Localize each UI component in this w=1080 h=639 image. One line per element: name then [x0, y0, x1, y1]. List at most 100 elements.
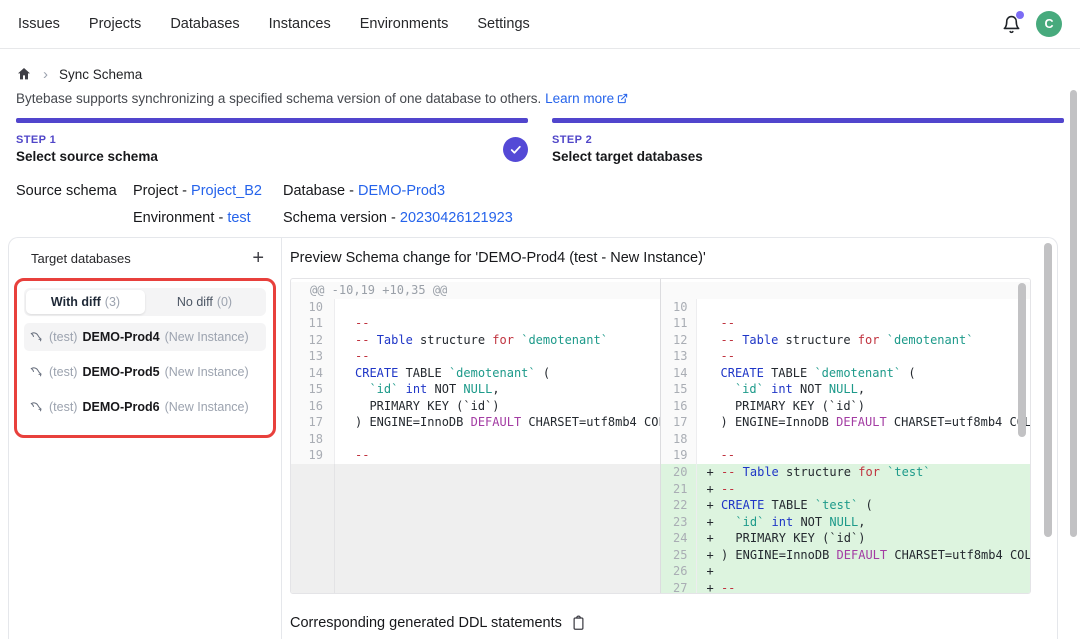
source-schema-summary: Source schema Project - Project_B2 Datab… — [16, 183, 1064, 226]
schema-diff-editor: @@ -10,19 +10,35 @@1011--12-- Table stru… — [290, 278, 1031, 594]
diff-line: 20+ -- Table structure for `test` — [661, 464, 1031, 481]
selection-highlight-box: With diff(3) No diff(0) (test) DEMO-Prod4… — [14, 278, 276, 438]
intro-text: Bytebase supports synchronizing a specif… — [16, 91, 1064, 106]
navbar-right: C — [1000, 11, 1062, 37]
diff-line: 13-- — [661, 348, 1031, 365]
step-1-bar — [16, 118, 528, 123]
diff-pane-modified: 1011--12-- Table structure for `demotena… — [661, 279, 1031, 593]
learn-more-link[interactable]: Learn more — [545, 91, 628, 106]
sync-schema-page: Issues Projects Databases Instances Environm… — [0, 0, 1080, 639]
diff-line: 19-- — [291, 447, 660, 464]
diff-line: 10 — [661, 299, 1031, 316]
preview-title: Preview Schema change for 'DEMO-Prod4 (t… — [290, 250, 1057, 266]
avatar[interactable]: C — [1036, 11, 1062, 37]
step-2-title: Select target databases — [552, 149, 703, 164]
target-databases-title: Target databases — [31, 251, 131, 266]
diff-line: 18 — [291, 431, 660, 448]
diff-line: 11-- — [291, 315, 660, 332]
diff-line: 12-- Table structure for `demotenant` — [661, 332, 1031, 349]
step-2-bar — [552, 118, 1064, 123]
nav-item-settings[interactable]: Settings — [477, 16, 529, 32]
source-field-database: Database - DEMO-Prod3 — [283, 183, 513, 199]
db-instance-suffix: (New Instance) — [165, 365, 249, 379]
db-name: DEMO-Prod4 — [82, 330, 159, 344]
project-link[interactable]: Project_B2 — [191, 183, 262, 199]
mysql-icon — [30, 331, 44, 344]
step-1: STEP 1 Select source schema — [16, 118, 528, 164]
diff-empty-filler — [291, 464, 660, 593]
step-1-completed-badge — [503, 137, 528, 162]
diff-line: 26+ — [661, 563, 1031, 580]
diff-hunk-header: @@ -10,19 +10,35 @@ — [291, 282, 660, 299]
db-environment: (test) — [49, 365, 77, 379]
nav-item-instances[interactable]: Instances — [269, 16, 331, 32]
main-card: Target databases + With diff(3) No diff(… — [8, 237, 1058, 639]
diff-line: 13-- — [291, 348, 660, 365]
diff-line: 14CREATE TABLE `demotenant` ( — [291, 365, 660, 382]
step-2: STEP 2 Select target databases — [552, 118, 1064, 164]
diff-scrollbar-thumb[interactable] — [1018, 283, 1026, 437]
external-link-icon — [617, 93, 628, 104]
diff-line: 21+ -- — [661, 481, 1031, 498]
page-scrollbar-thumb[interactable] — [1070, 90, 1077, 537]
main-nav: Issues Projects Databases Instances Environm… — [18, 16, 530, 32]
copy-ddl-button[interactable] — [571, 615, 586, 631]
schema-version-link[interactable]: 20230426121923 — [400, 210, 513, 226]
target-database-item[interactable]: (test)DEMO-Prod4(New Instance) — [24, 323, 266, 351]
db-name: DEMO-Prod5 — [82, 365, 159, 379]
diff-line: 10 — [291, 299, 660, 316]
db-name: DEMO-Prod6 — [82, 400, 159, 414]
diff-line: 18 — [661, 431, 1031, 448]
diff-hunk-header — [661, 282, 1031, 299]
diff-line: 19-- — [661, 447, 1031, 464]
notifications-button[interactable] — [1000, 13, 1022, 35]
diff-line: 23+ `id` int NOT NULL, — [661, 514, 1031, 531]
nav-item-projects[interactable]: Projects — [89, 16, 141, 32]
tab-no-diff[interactable]: No diff(0) — [145, 290, 264, 314]
step-indicator: STEP 1 Select source schema STEP 2 Selec… — [16, 118, 1064, 164]
source-field-project: Project - Project_B2 — [133, 183, 283, 199]
breadcrumb: › Sync Schema — [16, 66, 1064, 82]
intro-description: Bytebase supports synchronizing a specif… — [16, 91, 541, 106]
chevron-right-icon: › — [43, 67, 48, 82]
target-database-list: (test) DEMO-Prod4 (New Instance) (test) DEMO… — [24, 323, 266, 421]
database-link[interactable]: DEMO-Prod3 — [358, 183, 445, 199]
nav-item-issues[interactable]: Issues — [18, 16, 60, 32]
step-1-title: Select source schema — [16, 149, 158, 164]
diff-pane-original: @@ -10,19 +10,35 @@1011--12-- Table stru… — [291, 279, 661, 593]
top-navbar: Issues Projects Databases Instances Environm… — [0, 0, 1080, 49]
preview-scrollbar-thumb[interactable] — [1044, 243, 1052, 537]
nav-item-databases[interactable]: Databases — [170, 16, 239, 32]
nav-item-environments[interactable]: Environments — [360, 16, 449, 32]
page-title: Sync Schema — [59, 67, 142, 82]
diff-line: 15 `id` int NOT NULL, — [661, 381, 1031, 398]
diff-line: 14CREATE TABLE `demotenant` ( — [661, 365, 1031, 382]
diff-line: 22+ CREATE TABLE `test` ( — [661, 497, 1031, 514]
step-2-label: STEP 2 — [552, 134, 703, 146]
diff-line: 12-- Table structure for `demotenant` — [291, 332, 660, 349]
diff-line: 11-- — [661, 315, 1031, 332]
diff-line: 16 PRIMARY KEY (`id`) — [291, 398, 660, 415]
clipboard-icon — [571, 615, 586, 631]
db-instance-suffix: (New Instance) — [165, 330, 249, 344]
db-instance-suffix: (New Instance) — [165, 400, 249, 414]
source-schema-label: Source schema — [16, 183, 133, 226]
notification-dot — [1016, 11, 1024, 19]
source-field-schema-version: Schema version - 20230426121923 — [283, 210, 513, 226]
db-environment: (test) — [49, 400, 77, 414]
environment-link[interactable]: test — [227, 210, 250, 226]
target-database-item[interactable]: (test) DEMO-Prod5 (New Instance) — [24, 358, 266, 386]
mysql-icon — [30, 401, 44, 414]
add-target-database-button[interactable]: + — [252, 248, 264, 268]
ddl-title: Corresponding generated DDL statements — [290, 615, 562, 631]
check-icon — [509, 143, 522, 156]
mysql-icon — [30, 366, 44, 379]
diff-line: 17) ENGINE=InnoDB DEFAULT CHARSET=utf8mb… — [291, 414, 660, 431]
ddl-section-header: Corresponding generated DDL statements — [290, 615, 586, 631]
target-database-item[interactable]: (test) DEMO-Prod6 (New Instance) — [24, 393, 266, 421]
home-icon[interactable] — [16, 66, 32, 82]
diff-line: 17) ENGINE=InnoDB DEFAULT CHARSET=utf8mb… — [661, 414, 1031, 431]
tab-with-diff[interactable]: With diff(3) — [26, 290, 145, 314]
diff-line: 15 `id` int NOT NULL, — [291, 381, 660, 398]
diff-line: 16 PRIMARY KEY (`id`) — [661, 398, 1031, 415]
